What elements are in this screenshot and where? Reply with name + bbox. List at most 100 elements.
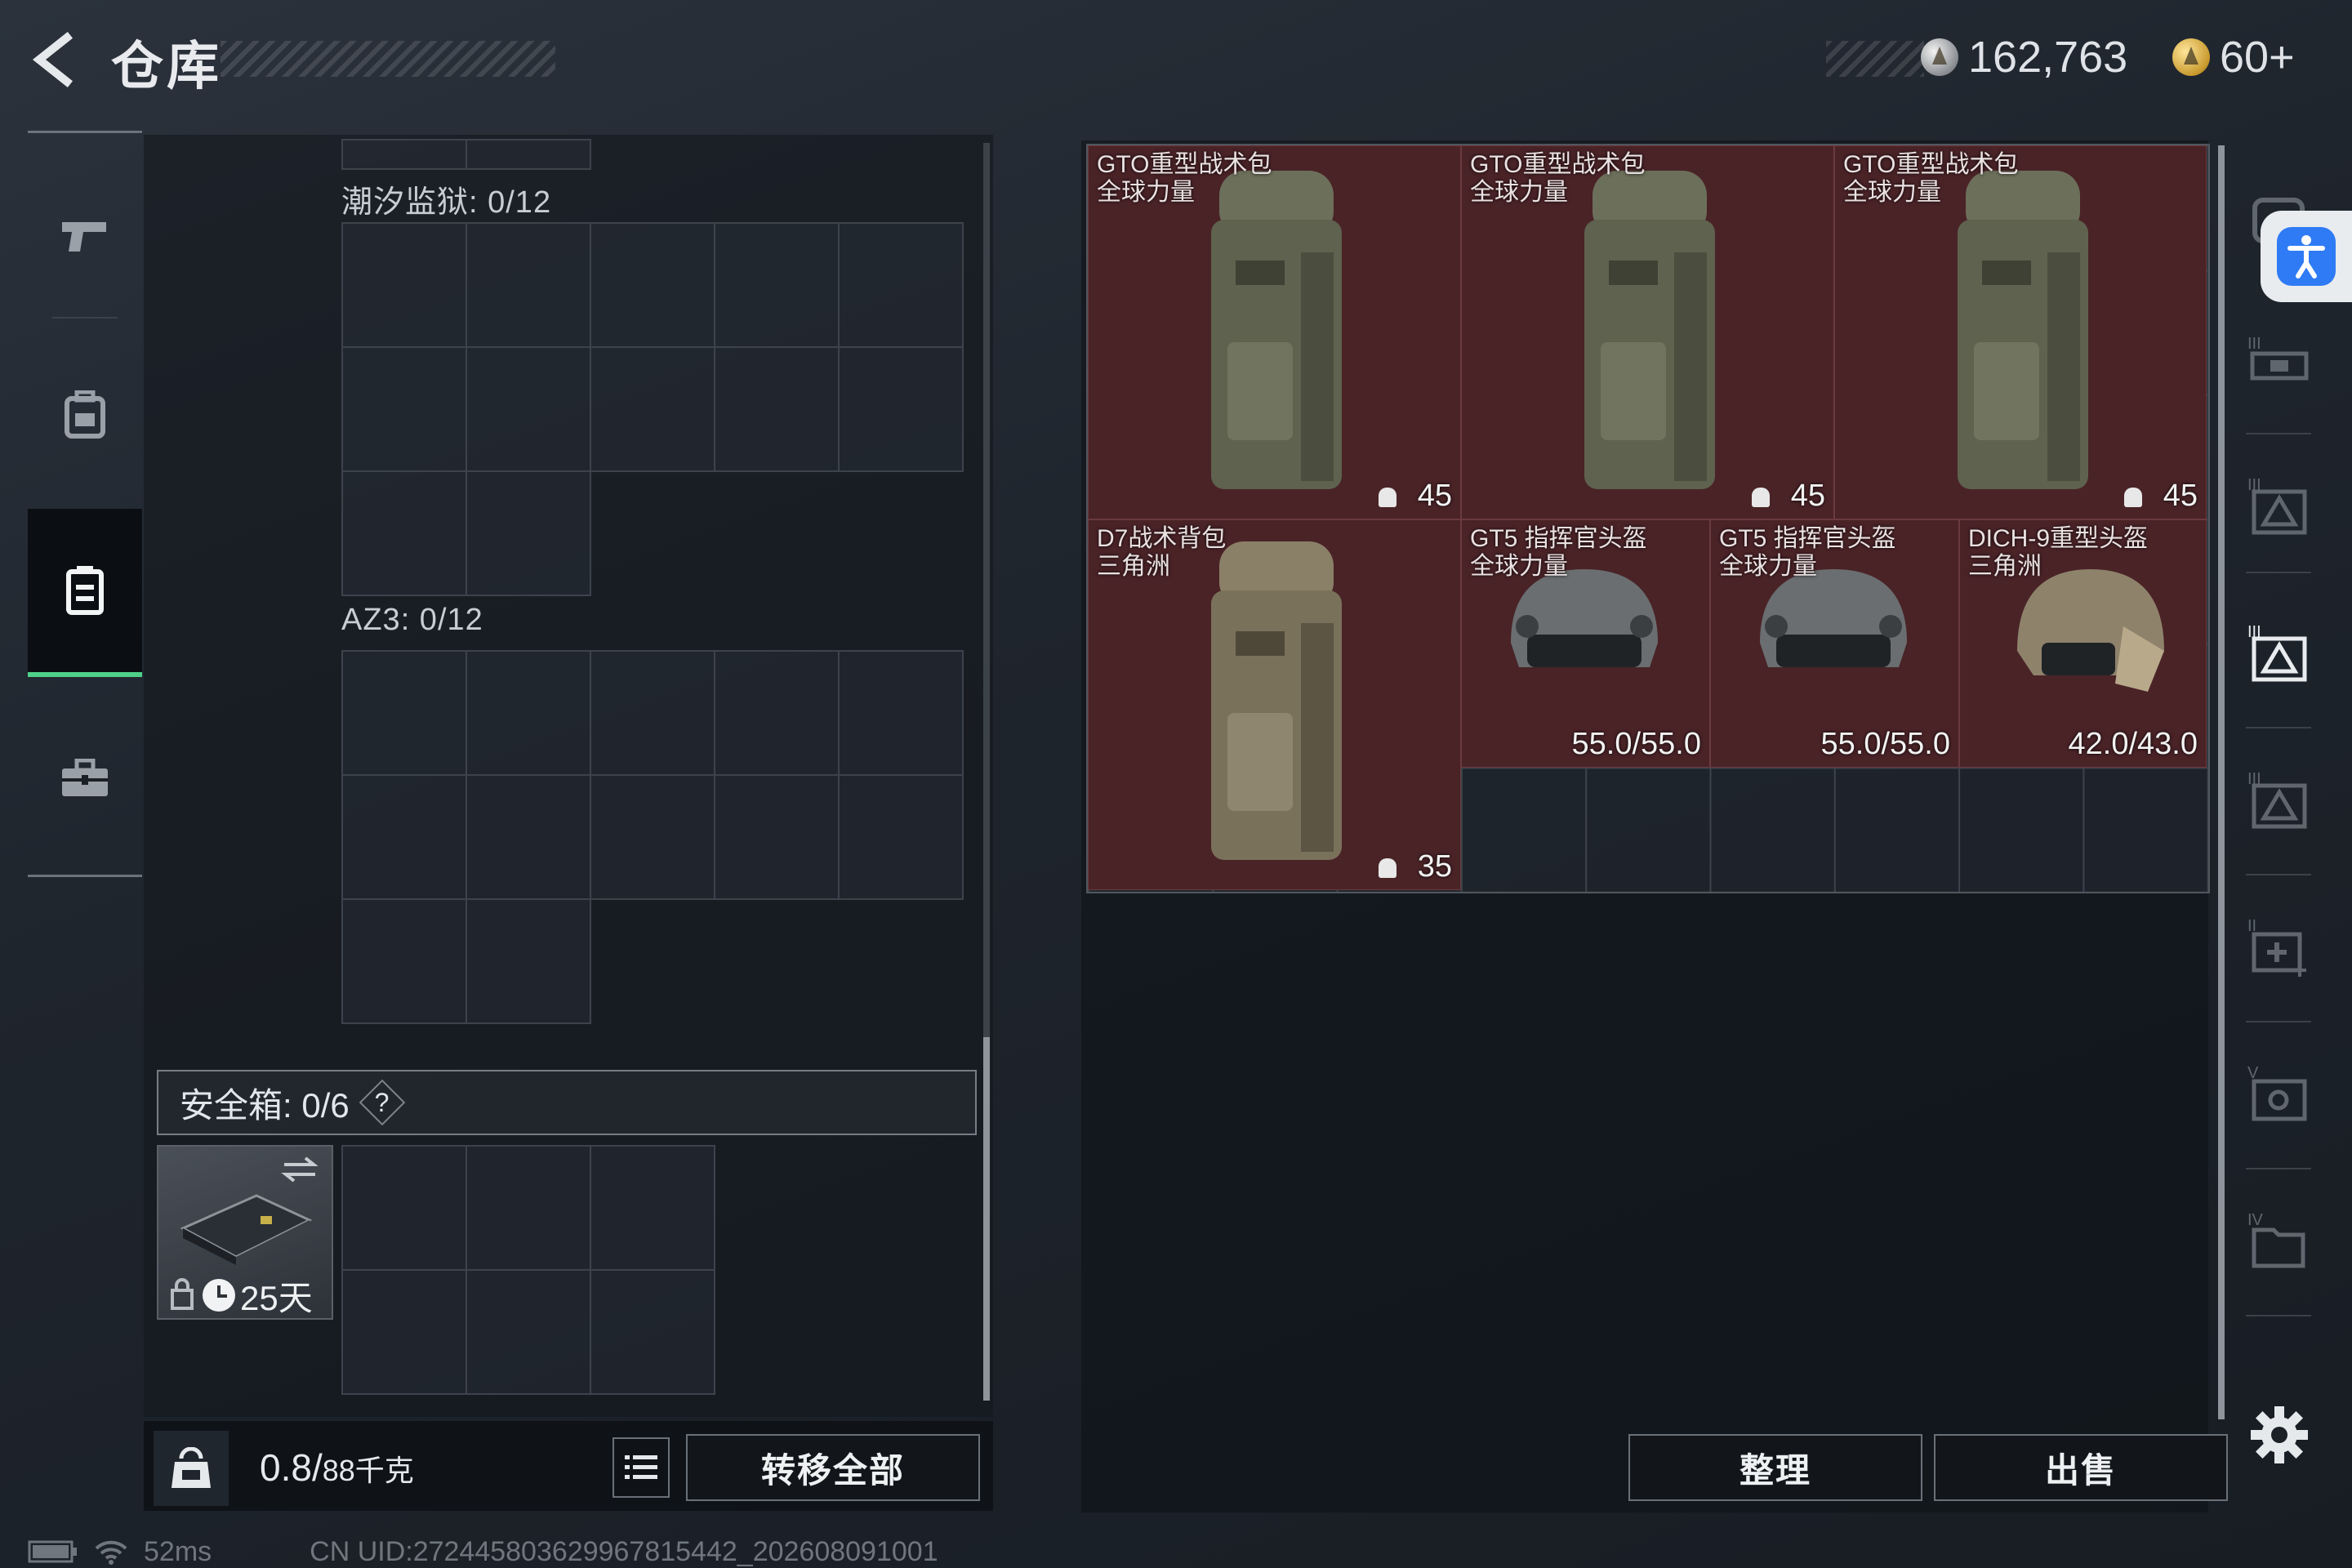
- clock-icon: [203, 1279, 235, 1312]
- weight-icon: [154, 1431, 229, 1506]
- storage-item-backpack[interactable]: GTO重型战术包 全球力量 45: [1461, 145, 1834, 519]
- filter-divider: [2246, 433, 2311, 434]
- sort-button[interactable]: 整理: [1628, 1434, 1922, 1501]
- storage-tier-icon: III: [2247, 335, 2309, 381]
- gold-currency-amount: 60+: [2220, 33, 2295, 82]
- filter-divider: [2246, 1021, 2311, 1022]
- lock-icon: [171, 1278, 194, 1310]
- gold-currency[interactable]: 60+: [2172, 33, 2295, 82]
- backpack-art: [1584, 171, 1715, 489]
- accessibility-icon: [2277, 227, 2336, 286]
- storage-item-helmet[interactable]: DICH-9重型头盔 三角洲 42.0/43.0: [1959, 519, 2207, 768]
- status-line: 52ms CN UID:272445803629967815442_202608…: [28, 1535, 938, 1568]
- backpack-art: [1211, 541, 1342, 860]
- filter-tier-3-a[interactable]: III: [2238, 318, 2319, 400]
- container-grid-az3-top[interactable]: [341, 650, 964, 900]
- list-icon: [625, 1455, 657, 1479]
- accessibility-button[interactable]: [2261, 211, 2352, 302]
- item-durability: 55.0/55.0: [1571, 727, 1701, 761]
- storage-scrollbar[interactable]: [2218, 145, 2225, 1419]
- nav-containers[interactable]: [28, 509, 142, 677]
- item-name: DICH-9重型头盔 三角洲: [1968, 525, 2149, 580]
- backpack-art: [1958, 171, 2088, 489]
- safebox-case-art: [180, 1194, 313, 1265]
- filter-tier-3-b[interactable]: III: [2238, 466, 2319, 547]
- filter-divider: [2246, 874, 2311, 875]
- item-name: D7战术背包 三角洲: [1097, 525, 1227, 580]
- capacity-icon: [2124, 488, 2142, 507]
- item-durability: 55.0/55.0: [1820, 727, 1950, 761]
- container-label-az3: AZ3: 0/12: [341, 603, 483, 637]
- container-grid-az3-bottom[interactable]: [341, 898, 591, 1024]
- item-durability: 42.0/43.0: [2068, 727, 2198, 761]
- filter-tier-3-c[interactable]: III: [2238, 760, 2319, 841]
- filter-tier-5[interactable]: V: [2238, 1054, 2319, 1135]
- item-name: GTO重型战术包 全球力量: [1470, 151, 1646, 206]
- storage-tier-icon: III: [2247, 623, 2307, 682]
- storage-item-helmet[interactable]: GT5 指挥官头盔 全球力量 55.0/55.0: [1710, 519, 1959, 768]
- sell-button[interactable]: 出售: [1934, 1434, 2228, 1501]
- swap-icon[interactable]: [281, 1155, 318, 1184]
- filter-divider: [2246, 1315, 2311, 1316]
- silver-currency: 162,763: [1921, 33, 2127, 82]
- carry-weight-capacity: 88千克: [322, 1454, 414, 1487]
- storage-tier-icon: III: [2247, 476, 2307, 535]
- storage-item-backpack[interactable]: GTO重型战术包 全球力量 45: [1834, 145, 2207, 519]
- item-capacity: 45: [2163, 479, 2198, 513]
- capacity-icon: [1379, 858, 1396, 878]
- capacity-icon: [1752, 488, 1770, 507]
- container-grid-partial: [341, 139, 591, 170]
- filter-tier-2[interactable]: II: [2238, 906, 2319, 988]
- carry-weight: 0.8/88千克: [260, 1446, 414, 1490]
- transfer-all-button[interactable]: 转移全部: [686, 1434, 980, 1501]
- storage-item-helmet[interactable]: GT5 指挥官头盔 全球力量 55.0/55.0: [1461, 519, 1710, 768]
- capacity-icon: [1379, 488, 1396, 507]
- list-view-button[interactable]: [612, 1437, 670, 1498]
- container-grid-tidal-prison-top[interactable]: [341, 222, 964, 472]
- storage-item-backpack[interactable]: D7战术背包 三角洲 35: [1088, 519, 1461, 890]
- toolbox-icon: [62, 759, 108, 796]
- settings-gear-icon[interactable]: [2249, 1405, 2310, 1465]
- backpack-art: [1211, 171, 1342, 489]
- nav-divider: [52, 317, 118, 318]
- filter-tier-4[interactable]: IV: [2238, 1200, 2319, 1282]
- ping-readout: 52ms: [144, 1535, 212, 1567]
- pistol-icon: [62, 222, 106, 252]
- safebox-grid[interactable]: [341, 1145, 715, 1395]
- filter-divider: [2246, 727, 2311, 728]
- help-glyph: ?: [374, 1087, 390, 1117]
- filter-divider: [2246, 572, 2311, 573]
- safebox-header: 安全箱: 0/6 ?: [157, 1070, 977, 1135]
- nav-weapons[interactable]: [28, 154, 142, 317]
- svg-text:III: III: [2247, 335, 2261, 353]
- inventory-scrollbar-thumb[interactable]: [983, 1037, 990, 1401]
- item-capacity: 35: [1417, 849, 1452, 884]
- filter-tier-3-selected[interactable]: III: [2238, 612, 2319, 694]
- carry-weight-value: 0.8/: [260, 1446, 323, 1489]
- help-icon[interactable]: ?: [359, 1079, 406, 1126]
- item-capacity: 45: [1417, 479, 1452, 513]
- item-name: GT5 指挥官头盔 全球力量: [1470, 525, 1647, 580]
- currency-decoration: [1826, 41, 1924, 77]
- safebox-label: 安全箱: 0/6: [180, 1085, 350, 1125]
- container-label-tidal-prison: 潮汐监狱: 0/12: [341, 185, 552, 220]
- nav-supplies[interactable]: [28, 697, 142, 860]
- safebox-item[interactable]: 25天: [157, 1145, 333, 1320]
- folder-storage-icon: IV: [2247, 1211, 2305, 1268]
- nav-vest[interactable]: [28, 333, 142, 497]
- item-capacity: 45: [1790, 479, 1825, 513]
- gold-coin-icon: [2172, 38, 2210, 76]
- wifi-icon: [95, 1540, 127, 1565]
- container-grid-tidal-prison-bottom[interactable]: [341, 470, 591, 596]
- item-name: GTO重型战术包 全球力量: [1843, 151, 2019, 206]
- silver-currency-amount: 162,763: [1968, 33, 2128, 82]
- silver-coin-icon: [1921, 38, 1958, 76]
- storage-item-backpack[interactable]: GTO重型战术包 全球力量 45: [1088, 145, 1461, 519]
- backpack-icon: [65, 390, 105, 439]
- back-arrow-icon[interactable]: [28, 31, 85, 88]
- uid-readout: CN UID:272445803629967815442_20260809100…: [310, 1535, 938, 1567]
- container-icon: [66, 566, 104, 615]
- svg-text:IV: IV: [2247, 1211, 2264, 1229]
- storage-tier-icon: III: [2247, 770, 2307, 829]
- safebox-remaining-days: 25天: [240, 1279, 313, 1317]
